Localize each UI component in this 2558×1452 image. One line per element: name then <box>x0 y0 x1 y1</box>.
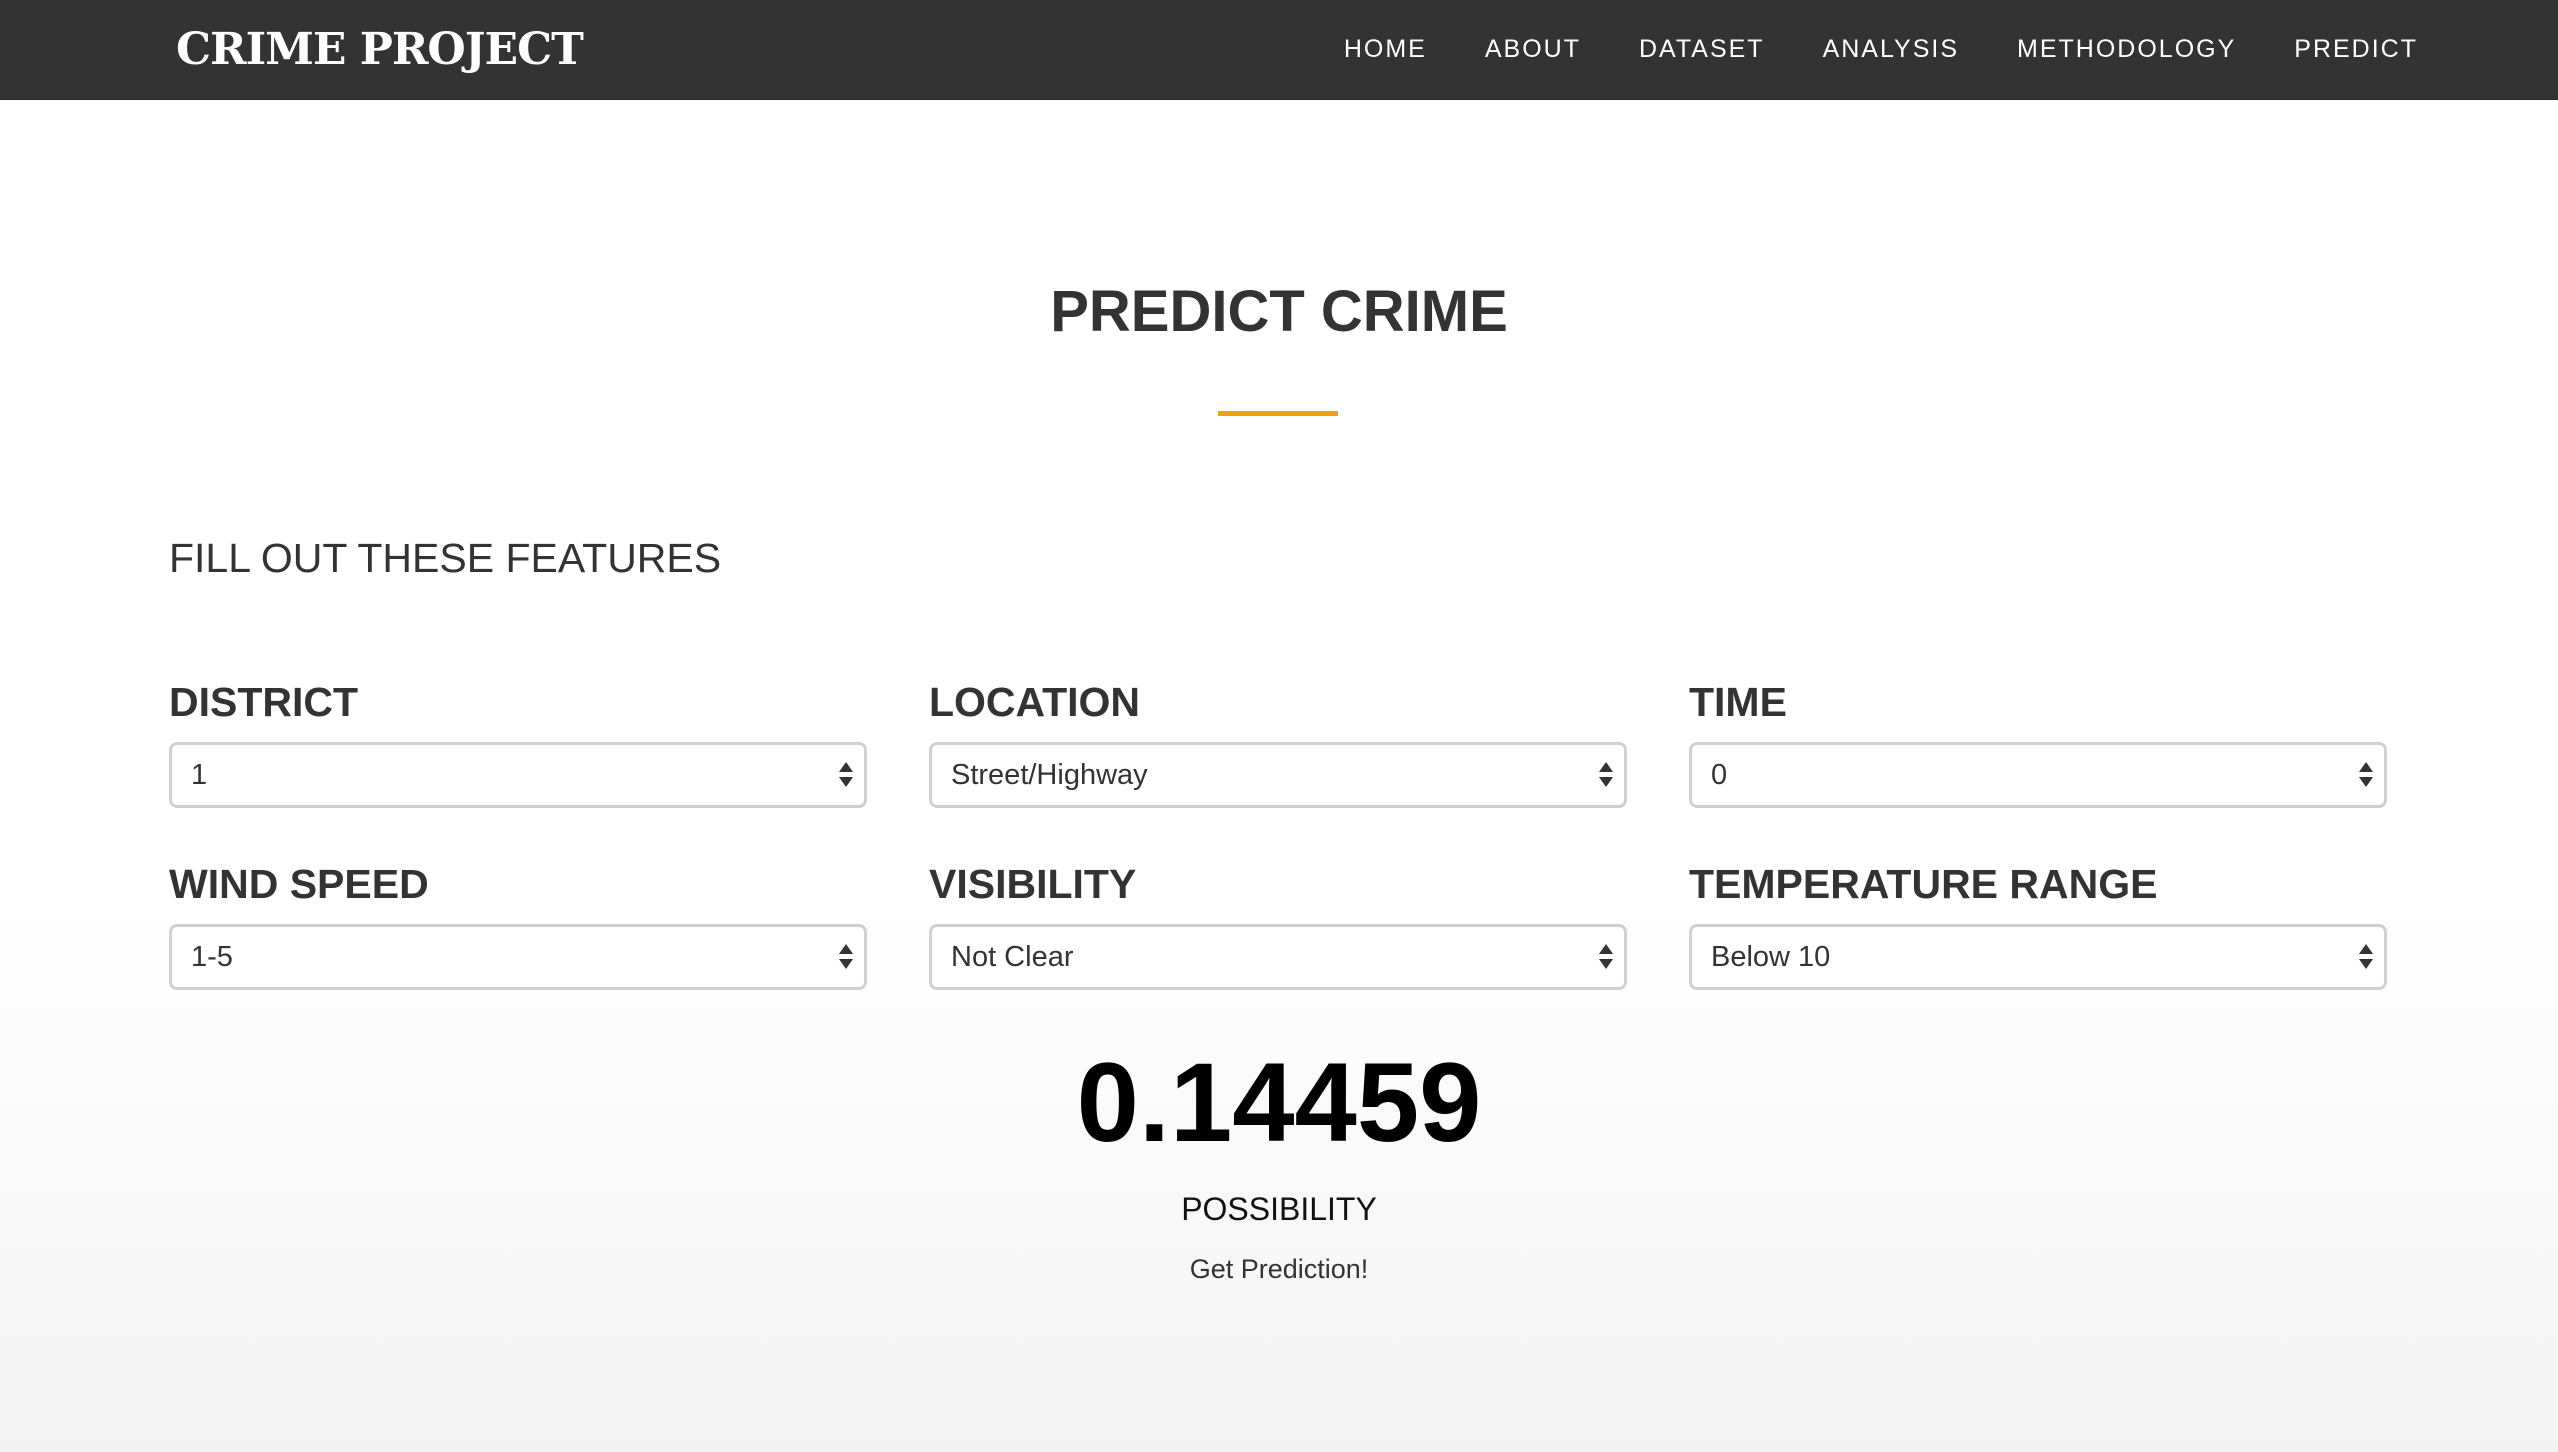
visibility-select[interactable]: Not Clear <box>929 924 1627 990</box>
time-value: 0 <box>1711 759 1728 791</box>
wind-speed-label: WIND SPEED <box>169 861 429 907</box>
location-select[interactable]: Street/Highway <box>929 742 1627 808</box>
page-title: PREDICT CRIME <box>1050 279 1508 344</box>
wind-speed-select[interactable]: 1-5 <box>169 924 867 990</box>
district-select[interactable]: 1 <box>169 742 867 808</box>
prediction-result: 0.14459 <box>1076 1040 1482 1165</box>
location-field: LOCATION Street/Highway <box>929 676 1627 808</box>
result-label: POSSIBILITY <box>1181 1191 1377 1227</box>
time-label: TIME <box>1689 679 1787 725</box>
nav-link-predict[interactable]: PREDICT <box>2294 35 2418 64</box>
nav-link-about[interactable]: ABOUT <box>1485 35 1581 64</box>
location-label: LOCATION <box>929 679 1141 725</box>
wind-speed-value: 1-5 <box>191 941 233 973</box>
nav-link-analysis[interactable]: ANALYSIS <box>1823 35 1959 64</box>
nav-link-home[interactable]: HOME <box>1344 35 1427 64</box>
select-arrows-icon <box>2358 942 2374 972</box>
top-navbar: CRIME PROJECT HOME ABOUT DATASET ANALYSI… <box>0 0 2558 100</box>
get-prediction-button[interactable]: Get Prediction! <box>1129 1248 1429 1290</box>
temperature-range-field: TEMPERATURE RANGE Below 10 <box>1689 858 2387 990</box>
district-value: 1 <box>191 759 208 791</box>
select-arrows-icon <box>1598 942 1614 972</box>
nav-link-dataset[interactable]: DATASET <box>1639 35 1765 64</box>
brand-logo[interactable]: CRIME PROJECT <box>176 22 584 78</box>
temperature-range-value: Below 10 <box>1711 941 1831 973</box>
select-arrows-icon <box>838 942 854 972</box>
time-select[interactable]: 0 <box>1689 742 2387 808</box>
visibility-field: VISIBILITY Not Clear <box>929 858 1627 990</box>
temperature-range-label: TEMPERATURE RANGE <box>1689 861 2158 907</box>
form-subtitle: FILL OUT THESE FEATURES <box>169 535 722 581</box>
wind-speed-field: WIND SPEED 1-5 <box>169 858 867 990</box>
visibility-label: VISIBILITY <box>929 861 1137 907</box>
visibility-value: Not Clear <box>951 941 1074 973</box>
title-divider <box>1218 411 1338 416</box>
select-arrows-icon <box>2358 760 2374 790</box>
nav-link-methodology[interactable]: METHODOLOGY <box>2017 35 2236 64</box>
select-arrows-icon <box>1598 760 1614 790</box>
nav-links: HOME ABOUT DATASET ANALYSIS METHODOLOGY … <box>1286 0 2418 99</box>
location-value: Street/Highway <box>951 759 1148 791</box>
time-field: TIME 0 <box>1689 676 2387 808</box>
district-label: DISTRICT <box>169 679 359 725</box>
select-arrows-icon <box>838 760 854 790</box>
temperature-range-select[interactable]: Below 10 <box>1689 924 2387 990</box>
district-field: DISTRICT 1 <box>169 676 867 808</box>
